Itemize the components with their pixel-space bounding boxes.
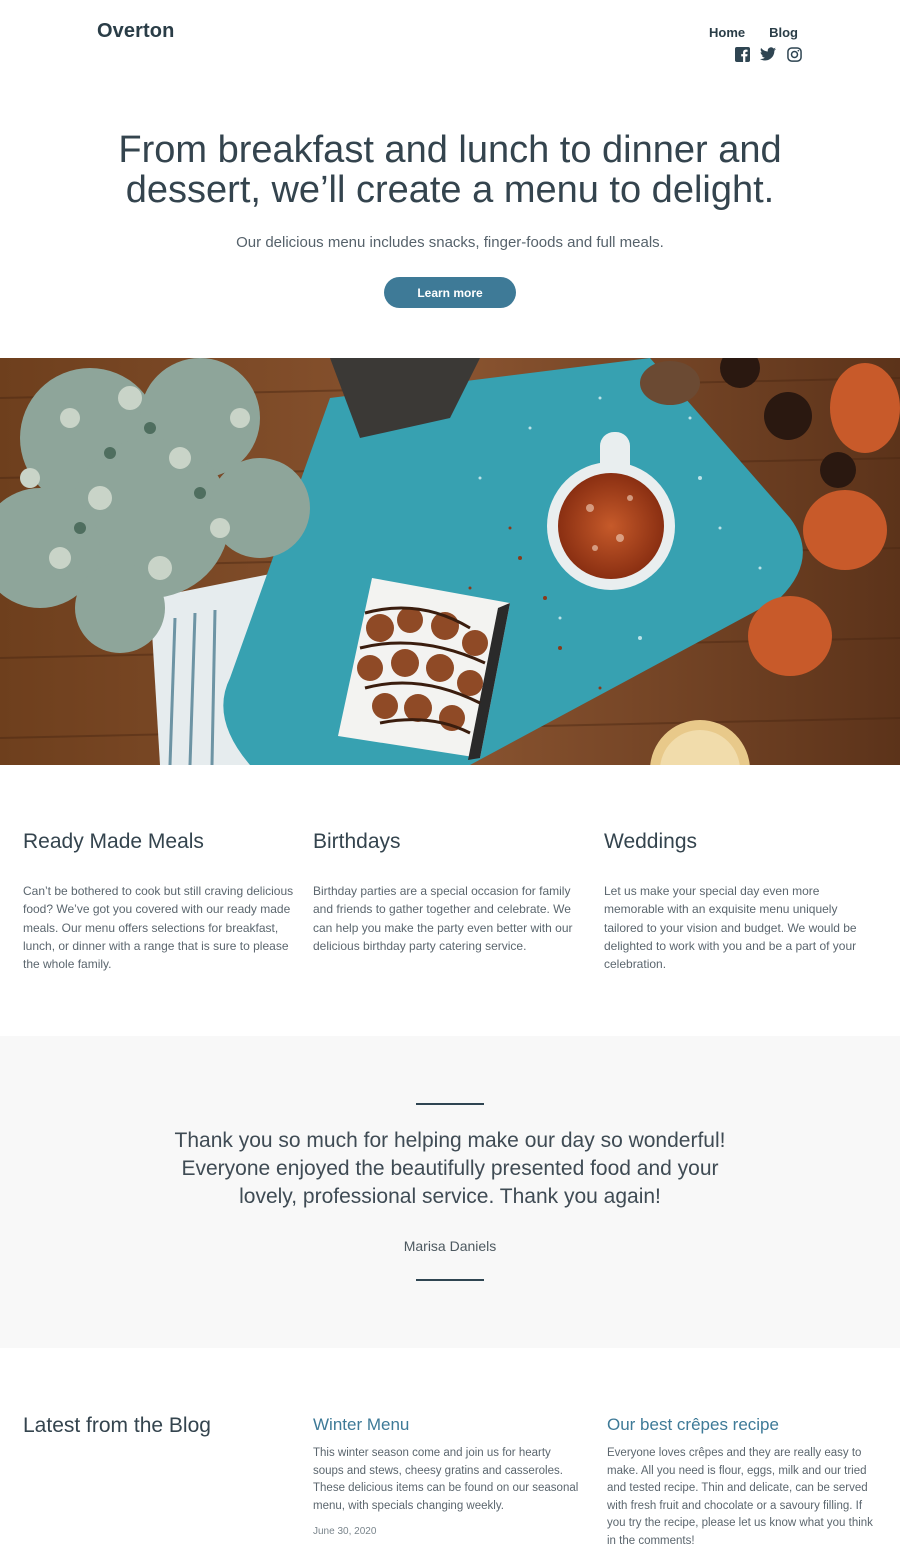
testimonial-section: Thank you so much for helping make our d… [0,1036,900,1348]
hero-subtitle: Our delicious menu includes snacks, fing… [236,234,664,251]
service-card: Ready Made Meals Can’t be bothered to co… [23,830,298,973]
hero-food-image [0,358,900,765]
blog-post-excerpt: Everyone loves crêpes and they are reall… [607,1447,873,1547]
service-text: Let us make your special day even more m… [604,884,857,972]
instagram-icon[interactable] [786,46,802,62]
divider [416,1279,484,1281]
service-title: Weddings [604,830,698,853]
blog-post-date: June 30, 2020 [313,1526,377,1537]
site-header: Overton Home Blog [0,0,900,80]
testimonial-author: Marisa Daniels [403,1238,497,1254]
testimonial-quote: Thank you so much for helping make our d… [174,1129,726,1208]
service-card: Weddings Let us make your special day ev… [604,830,879,973]
site-logo[interactable]: Overton [97,20,174,43]
service-text: Can’t be bothered to cook but still crav… [23,884,294,972]
nav-blog-link[interactable]: Blog [769,25,798,40]
blog-post: Winter Menu This winter season come and … [313,1415,583,1541]
divider [416,1103,484,1105]
learn-more-button[interactable]: Learn more [384,277,516,308]
facebook-icon[interactable] [734,46,750,62]
blog-post-excerpt: This winter season come and join us for … [313,1447,579,1512]
twitter-icon[interactable] [760,46,776,62]
hero-title: From breakfast and lunch to dinner and d… [118,129,782,211]
blog-post-title[interactable]: Our best crêpes recipe [607,1415,877,1435]
service-text: Birthday parties are a special occasion … [313,884,573,953]
blog-post: Our best crêpes recipe Everyone loves cr… [607,1415,877,1547]
service-card: Birthdays Birthday parties are a special… [313,830,588,955]
blog-post-title[interactable]: Winter Menu [313,1415,583,1435]
main-nav: Home Blog [709,25,798,40]
service-title: Ready Made Meals [23,830,204,853]
service-title: Birthdays [313,830,401,853]
blog-heading: Latest from the Blog [23,1414,211,1437]
nav-home-link[interactable]: Home [709,25,745,40]
social-links [734,46,802,62]
